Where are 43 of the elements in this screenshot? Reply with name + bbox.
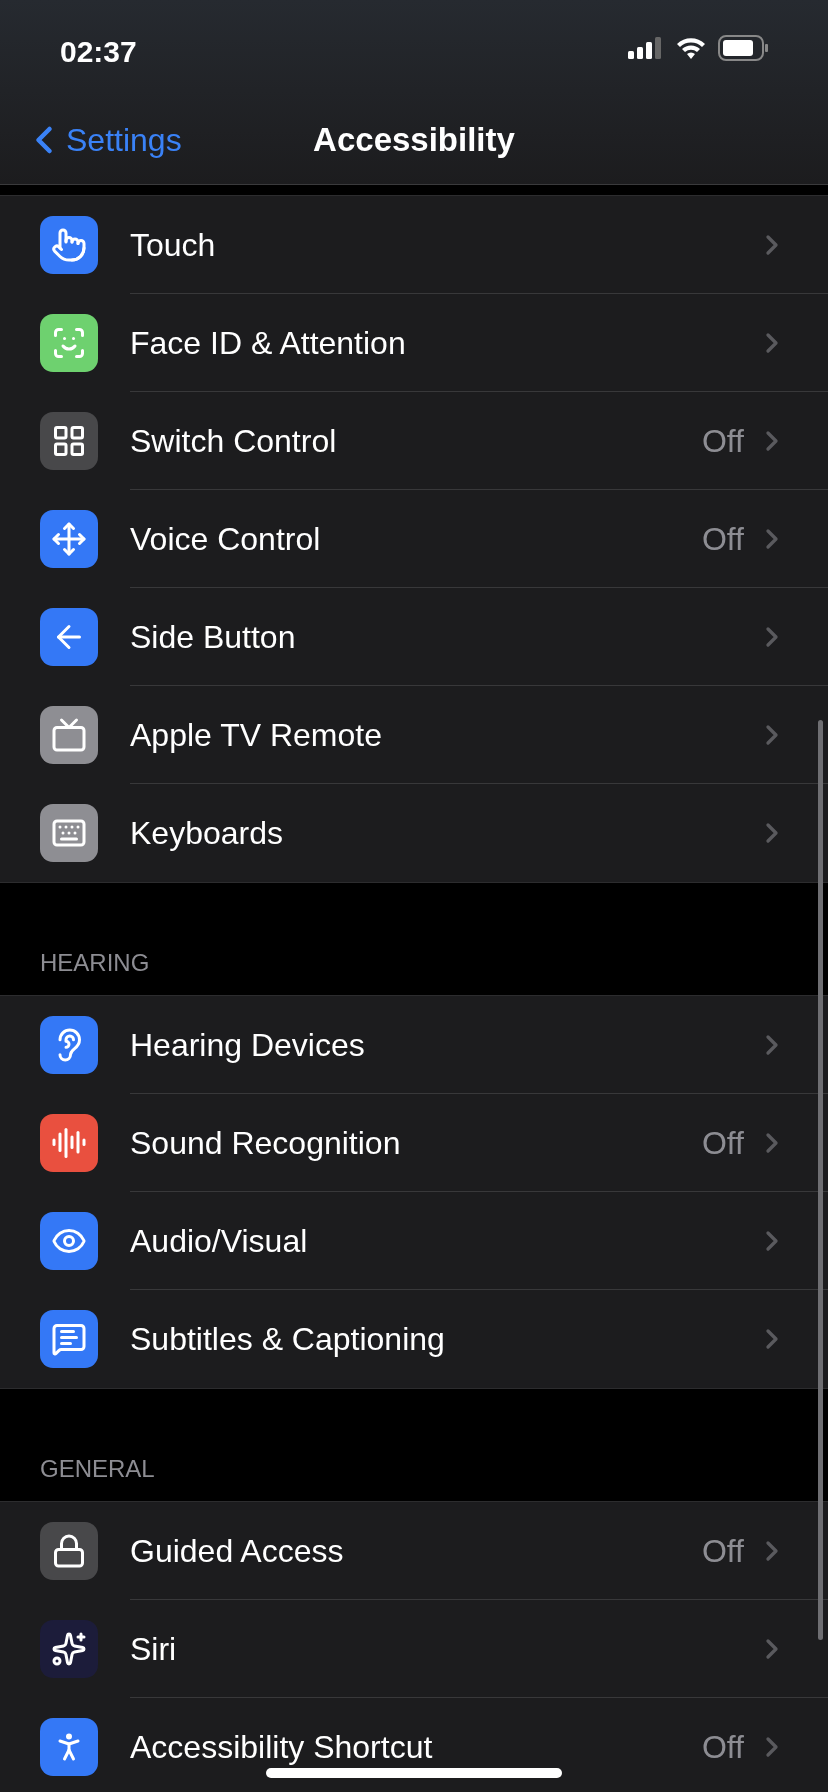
signal-icon <box>628 36 664 59</box>
settings-row[interactable]: Keyboards <box>0 784 828 882</box>
settings-row[interactable]: Siri <box>0 1600 828 1698</box>
row-label: Voice Control <box>130 519 322 559</box>
row-label: Siri <box>130 1629 178 1669</box>
row-value: Off <box>701 1531 744 1571</box>
sound-wave-icon <box>51 1125 87 1161</box>
row-label: Sound Recognition <box>130 1123 402 1163</box>
settings-row[interactable]: Face ID & Attention <box>0 294 828 392</box>
battery-icon <box>718 34 768 61</box>
caption-bubble-icon <box>51 1321 87 1357</box>
row-label: Keyboards <box>130 814 284 853</box>
settings-row[interactable]: Subtitles & Captioning <box>0 1290 828 1388</box>
settings-row[interactable]: Voice Control Off <box>0 490 828 588</box>
lock-icon <box>51 1533 87 1569</box>
grid-icon <box>51 423 87 459</box>
section-header: GENERAL <box>40 1454 155 1484</box>
section-header: HEARING <box>40 948 150 978</box>
face-scan-icon <box>51 325 87 361</box>
row-label: Hearing Devices <box>130 1025 366 1065</box>
settings-row[interactable]: Side Button <box>0 588 828 686</box>
row-label: Apple TV Remote <box>130 715 383 755</box>
row-value: Off <box>701 1123 744 1163</box>
row-label: Switch Control <box>130 421 338 461</box>
status-time: 02:37 <box>60 34 137 70</box>
settings-row[interactable]: Switch Control Off <box>0 392 828 490</box>
settings-row[interactable]: Accessibility Shortcut Off <box>0 1698 828 1792</box>
row-value: Off <box>701 1728 744 1767</box>
row-label: Face ID & Attention <box>130 323 407 363</box>
row-label: Touch <box>130 225 217 265</box>
row-label: Audio/Visual <box>130 1221 309 1261</box>
row-label: Guided Access <box>130 1531 345 1571</box>
row-value: Off <box>701 421 744 461</box>
back-button[interactable]: Settings <box>22 115 182 164</box>
row-label: Side Button <box>130 617 297 657</box>
row-label: Accessibility Shortcut <box>130 1728 434 1767</box>
settings-row[interactable]: Apple TV Remote <box>0 686 828 784</box>
row-label: Subtitles & Captioning <box>130 1320 446 1359</box>
settings-row[interactable]: Touch <box>0 196 828 294</box>
page-title: Accessibility <box>313 119 515 160</box>
row-value: Off <box>701 519 744 559</box>
hand-pointer-icon <box>51 227 87 263</box>
wifi-icon <box>676 36 706 59</box>
